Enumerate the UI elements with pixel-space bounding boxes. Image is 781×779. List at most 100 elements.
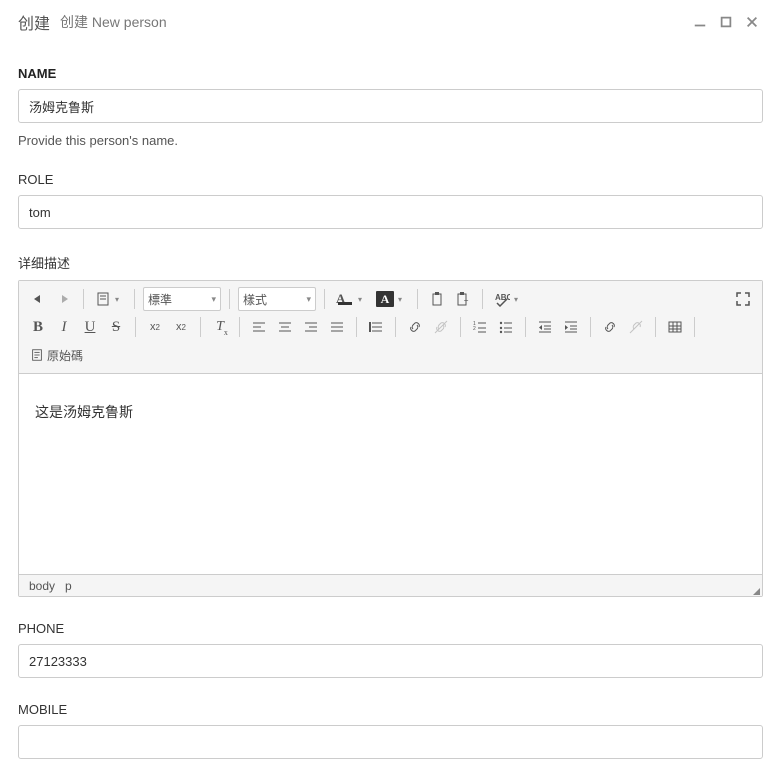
paste-button[interactable] bbox=[425, 287, 449, 311]
label-description: 详细描述 bbox=[18, 253, 763, 272]
bulleted-list-button[interactable] bbox=[494, 315, 518, 339]
undo-icon bbox=[30, 291, 46, 307]
unlink-button[interactable] bbox=[429, 315, 453, 339]
field-name: NAME Provide this person's name. bbox=[18, 66, 763, 148]
align-center-button[interactable] bbox=[273, 315, 297, 339]
editor-maximize-button[interactable] bbox=[731, 287, 755, 311]
templates-button[interactable] bbox=[91, 287, 115, 311]
path-p[interactable]: p bbox=[65, 579, 72, 593]
spellcheck-caret[interactable]: ▾ bbox=[514, 295, 526, 304]
blockquote-icon bbox=[368, 319, 384, 335]
mobile-input[interactable] bbox=[18, 725, 763, 759]
label-mobile: MOBILE bbox=[18, 702, 763, 717]
remove-format-button[interactable]: Tx bbox=[208, 315, 232, 339]
svg-text:2: 2 bbox=[473, 326, 476, 332]
bg-color-button[interactable]: A bbox=[372, 287, 398, 311]
redo-button[interactable] bbox=[52, 287, 76, 311]
paste-text-icon: T bbox=[455, 291, 471, 307]
rte-resize-grip[interactable] bbox=[753, 588, 760, 595]
bulleted-list-icon bbox=[498, 319, 514, 335]
remove-format-icon: Tx bbox=[216, 319, 224, 335]
align-justify-icon bbox=[329, 319, 345, 335]
unlink-icon bbox=[433, 319, 449, 335]
field-description: 详细描述 ▾ bbox=[18, 253, 763, 597]
source-label: 原始碼 bbox=[47, 347, 83, 364]
blockquote-button[interactable] bbox=[364, 315, 388, 339]
rich-text-editor: ▾ 標準 ▾ 樣式 ▾ A bbox=[18, 280, 763, 597]
spellcheck-button[interactable]: ABC bbox=[490, 287, 514, 311]
italic-button[interactable]: I bbox=[52, 315, 76, 339]
redo-icon bbox=[56, 291, 72, 307]
align-left-icon bbox=[251, 319, 267, 335]
window-title-main: 创建 bbox=[18, 10, 50, 34]
numbered-list-button[interactable]: 12 bbox=[468, 315, 492, 339]
remove-anchor-button[interactable] bbox=[624, 315, 648, 339]
indent-button[interactable] bbox=[559, 315, 583, 339]
window-minimize-button[interactable] bbox=[689, 11, 711, 33]
window-maximize-button[interactable] bbox=[715, 11, 737, 33]
role-input[interactable] bbox=[18, 195, 763, 229]
phone-input[interactable] bbox=[18, 644, 763, 678]
source-icon bbox=[30, 348, 44, 362]
link-button[interactable] bbox=[403, 315, 427, 339]
help-name: Provide this person's name. bbox=[18, 133, 763, 148]
text-color-button[interactable]: A bbox=[332, 287, 358, 311]
bg-color-caret[interactable]: ▾ bbox=[398, 295, 410, 304]
field-mobile: MOBILE bbox=[18, 702, 763, 759]
field-phone: PHONE bbox=[18, 621, 763, 678]
paste-text-button[interactable]: T bbox=[451, 287, 475, 311]
anchor-button[interactable] bbox=[598, 315, 622, 339]
rte-paragraph: 这是汤姆克鲁斯 bbox=[35, 402, 746, 422]
indent-icon bbox=[563, 319, 579, 335]
undo-button[interactable] bbox=[26, 287, 50, 311]
paragraph-format-select[interactable]: 標準 ▾ bbox=[143, 287, 221, 311]
label-name: NAME bbox=[18, 66, 763, 81]
align-justify-button[interactable] bbox=[325, 315, 349, 339]
chevron-down-icon: ▾ bbox=[306, 294, 311, 305]
subscript-button[interactable]: x2 bbox=[143, 315, 167, 339]
source-button[interactable]: 原始碼 bbox=[26, 343, 87, 367]
link-icon bbox=[407, 319, 423, 335]
text-color-caret[interactable]: ▾ bbox=[358, 295, 370, 304]
window-close-button[interactable] bbox=[741, 11, 763, 33]
close-icon bbox=[745, 15, 759, 29]
bold-button[interactable]: B bbox=[26, 315, 50, 339]
text-color-icon: A bbox=[336, 291, 354, 307]
bg-color-icon: A bbox=[376, 291, 394, 307]
underline-button[interactable]: U bbox=[78, 315, 102, 339]
styles-value: 樣式 bbox=[243, 291, 267, 308]
align-right-button[interactable] bbox=[299, 315, 323, 339]
path-body[interactable]: body bbox=[29, 579, 55, 593]
table-button[interactable] bbox=[663, 315, 687, 339]
fullscreen-icon bbox=[735, 291, 751, 307]
table-icon bbox=[667, 319, 683, 335]
label-phone: PHONE bbox=[18, 621, 763, 636]
spellcheck-icon: ABC bbox=[494, 291, 510, 307]
anchor-icon bbox=[602, 319, 618, 335]
chevron-down-icon: ▾ bbox=[211, 294, 216, 305]
name-input[interactable] bbox=[18, 89, 763, 123]
align-right-icon bbox=[303, 319, 319, 335]
label-role: ROLE bbox=[18, 172, 763, 187]
outdent-icon bbox=[537, 319, 553, 335]
align-center-icon bbox=[277, 319, 293, 335]
strikethrough-button[interactable]: S bbox=[104, 315, 128, 339]
superscript-button[interactable]: x2 bbox=[169, 315, 193, 339]
svg-text:ABC: ABC bbox=[495, 293, 510, 302]
templates-icon bbox=[95, 291, 111, 307]
svg-text:T: T bbox=[464, 300, 469, 307]
maximize-icon bbox=[719, 15, 733, 29]
styles-select[interactable]: 樣式 ▾ bbox=[238, 287, 316, 311]
outdent-button[interactable] bbox=[533, 315, 557, 339]
minimize-icon bbox=[693, 15, 707, 29]
window-titlebar: 创建 创建 New person bbox=[0, 0, 781, 42]
templates-caret[interactable]: ▾ bbox=[115, 295, 127, 304]
align-left-button[interactable] bbox=[247, 315, 271, 339]
paste-icon bbox=[429, 291, 445, 307]
remove-anchor-icon bbox=[628, 319, 644, 335]
window-title-sub: 创建 New person bbox=[60, 12, 167, 32]
rte-content-area[interactable]: 这是汤姆克鲁斯 bbox=[19, 374, 762, 574]
numbered-list-icon: 12 bbox=[472, 319, 488, 335]
field-role: ROLE bbox=[18, 172, 763, 229]
rte-elements-path: body p bbox=[19, 574, 762, 596]
